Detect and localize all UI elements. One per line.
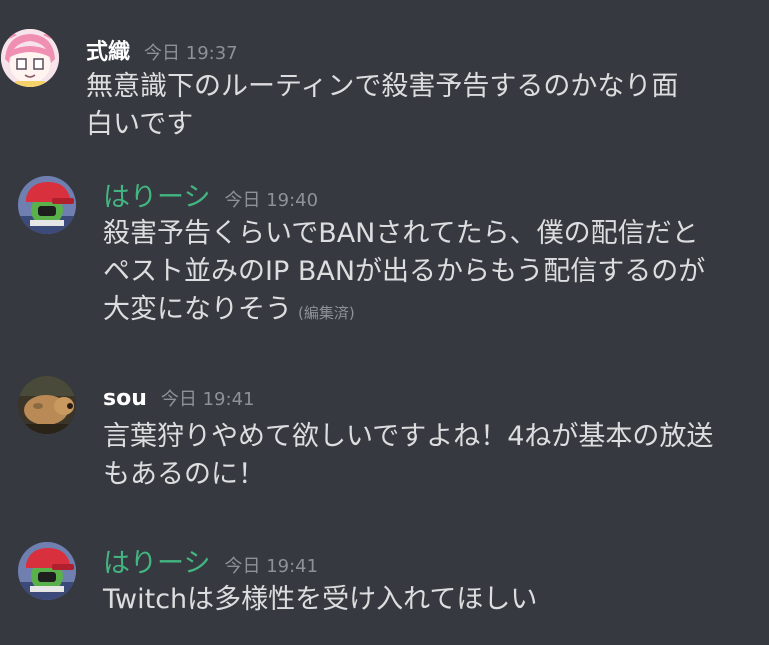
avatar[interactable] bbox=[18, 176, 76, 234]
timestamp: 今日 19:41 bbox=[224, 556, 319, 577]
avatar[interactable] bbox=[18, 542, 76, 600]
message-line: 殺害予告くらいでBANされてたら、僕の配信だと bbox=[103, 218, 699, 249]
message-line: 無意識下のルーティンで殺害予告するのかなり面 bbox=[86, 71, 679, 102]
chat-messages: 式織 今日 19:37 無意識下のルーティンで殺害予告するのかなり面 白いです … bbox=[0, 0, 769, 645]
username[interactable]: はりーシ bbox=[103, 175, 210, 214]
username[interactable]: 式織 bbox=[86, 34, 130, 66]
edited-label: (編集済) bbox=[298, 304, 355, 322]
timestamp: 今日 19:40 bbox=[224, 190, 319, 211]
dog-photo-avatar-icon bbox=[18, 376, 76, 434]
username[interactable]: sou bbox=[103, 386, 147, 411]
red-cap-character-avatar-icon bbox=[18, 176, 76, 234]
message-line: 大変になりそう bbox=[103, 294, 292, 325]
message-line: Twitchは多様性を受け入れてほしい bbox=[103, 584, 538, 615]
message-line: 白いです bbox=[86, 109, 194, 140]
timestamp: 今日 19:41 bbox=[160, 389, 255, 410]
anime-girl-avatar-icon bbox=[1, 29, 59, 87]
avatar[interactable] bbox=[18, 376, 76, 434]
message-line: もあるのに！ bbox=[103, 459, 265, 490]
message-line: ペスト並みのIP BANが出るからもう配信するのが bbox=[103, 256, 706, 287]
timestamp: 今日 19:37 bbox=[144, 43, 238, 64]
red-cap-character-avatar-icon bbox=[18, 542, 76, 600]
message-line: 言葉狩りやめて欲しいですよね！4ねが基本の放送 bbox=[103, 421, 714, 452]
avatar[interactable] bbox=[1, 29, 59, 87]
username[interactable]: はりーシ bbox=[103, 541, 210, 580]
